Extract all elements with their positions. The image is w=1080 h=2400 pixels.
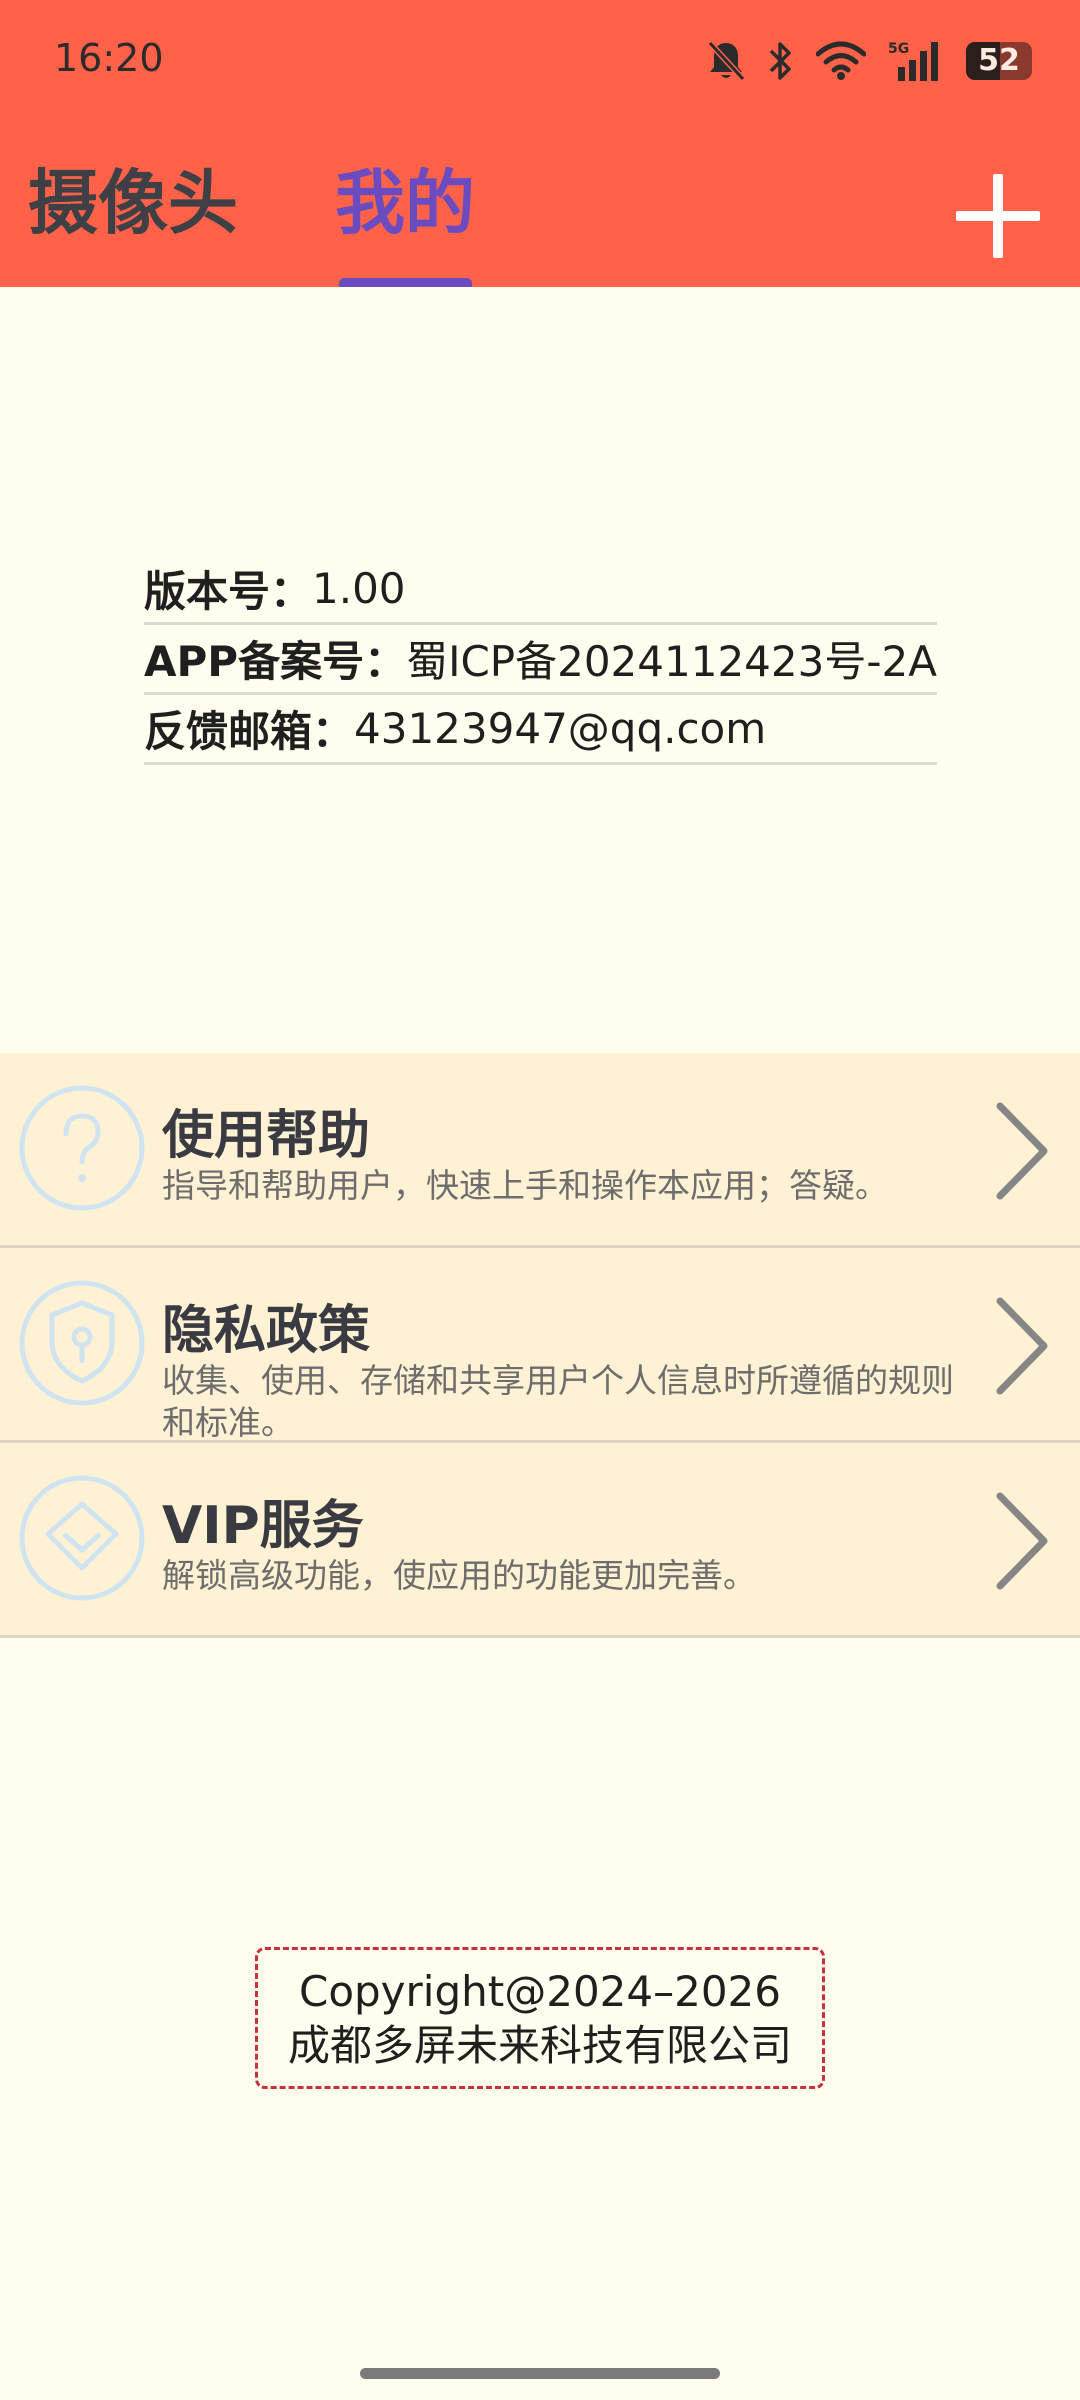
wifi-icon [816,41,866,80]
status-icons: 5G 52 [706,36,1032,86]
status-time: 16:20 [54,36,164,80]
battery-level: 52 [978,43,1020,78]
tab-mine[interactable]: 我的 [335,168,475,238]
menu-item-title: 隐私政策 [162,1301,371,1361]
question-icon [19,1085,145,1211]
version-row: 版本号： 1.00 [144,555,937,625]
tab-camera[interactable]: 摄像头 [28,168,238,238]
menu-item-desc: 收集、使用、存储和共享用户个人信息时所遵循的规则和标准。 [162,1361,954,1442]
version-value: 1.00 [312,564,406,613]
signal-icon: 5G [888,41,938,81]
menu-item-title: VIP服务 [162,1496,364,1556]
company-name: 成都多屏未来科技有限公司 [287,2021,792,2070]
menu-list: 使用帮助 指导和帮助用户，快速上手和操作本应用；答疑。 隐私政策 收集、使用、存… [0,1053,1080,1638]
menu-item-help[interactable]: 使用帮助 指导和帮助用户，快速上手和操作本应用；答疑。 [0,1053,1080,1248]
network-label: 5G [888,41,909,57]
bell-off-icon [707,40,746,82]
chevron-right-icon [996,1102,1048,1200]
plus-icon[interactable] [954,172,1042,260]
email-row: 反馈邮箱： 43123947@qq.com [144,695,937,765]
icp-value: 蜀ICP备2024112423号-2A [406,637,937,686]
menu-item-title: 使用帮助 [162,1106,371,1166]
copyright-box: Copyright@2024–2026 成都多屏未来科技有限公司 [255,1947,825,2089]
icp-row: APP备案号： 蜀ICP备2024112423号-2A [144,625,937,695]
version-label: 版本号： [144,567,313,616]
chevron-right-icon [996,1297,1048,1395]
menu-item-vip[interactable]: VIP服务 解锁高级功能，使应用的功能更加完善。 [0,1443,1080,1638]
home-indicator[interactable] [360,2368,720,2379]
diamond-icon [19,1475,145,1601]
menu-item-desc: 解锁高级功能，使应用的功能更加完善。 [162,1556,756,1595]
email-label: 反馈邮箱： [144,707,355,756]
menu-item-desc: 指导和帮助用户，快速上手和操作本应用；答疑。 [162,1166,888,1205]
chevron-right-icon [996,1492,1048,1590]
battery-icon: 52 [966,42,1032,80]
copyright-line: Copyright@2024–2026 [299,1967,781,2016]
top-bar: 16:20 5G 52 摄像头 我的 [0,0,1080,287]
menu-item-privacy[interactable]: 隐私政策 收集、使用、存储和共享用户个人信息时所遵循的规则和标准。 [0,1248,1080,1443]
active-tab-indicator [339,278,472,287]
email-value[interactable]: 43123947@qq.com [354,704,766,753]
icp-label: APP备案号： [144,637,407,686]
shield-icon [19,1280,145,1406]
app-info: 版本号： 1.00 APP备案号： 蜀ICP备2024112423号-2A 反馈… [144,555,937,765]
bluetooth-icon [769,42,791,80]
